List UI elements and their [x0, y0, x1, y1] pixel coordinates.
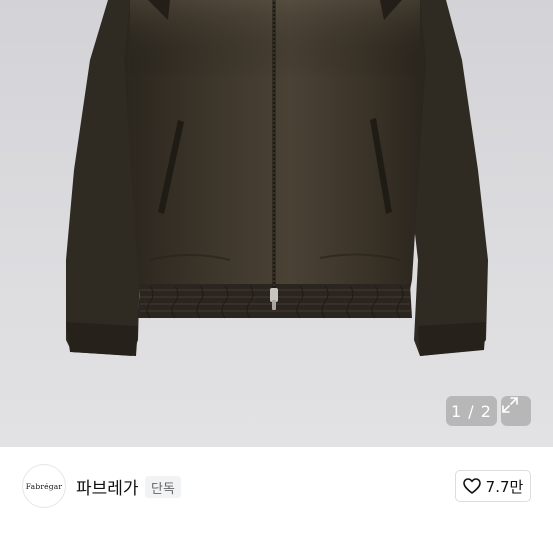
image-pager: 1 / 2	[446, 396, 497, 426]
product-image	[66, 0, 488, 356]
exclusive-badge: 단독	[145, 476, 181, 498]
brand-name[interactable]: 파브레가	[76, 474, 139, 499]
expand-arrows-icon	[502, 397, 518, 413]
like-count: 7.7만	[485, 477, 524, 496]
expand-button[interactable]	[501, 396, 531, 426]
heart-outline-icon	[462, 478, 481, 494]
product-image-gallery[interactable]: 1 / 2	[0, 0, 553, 447]
brand-logo[interactable]: Fabrégar	[22, 464, 66, 508]
like-button[interactable]: 7.7만	[455, 470, 531, 502]
